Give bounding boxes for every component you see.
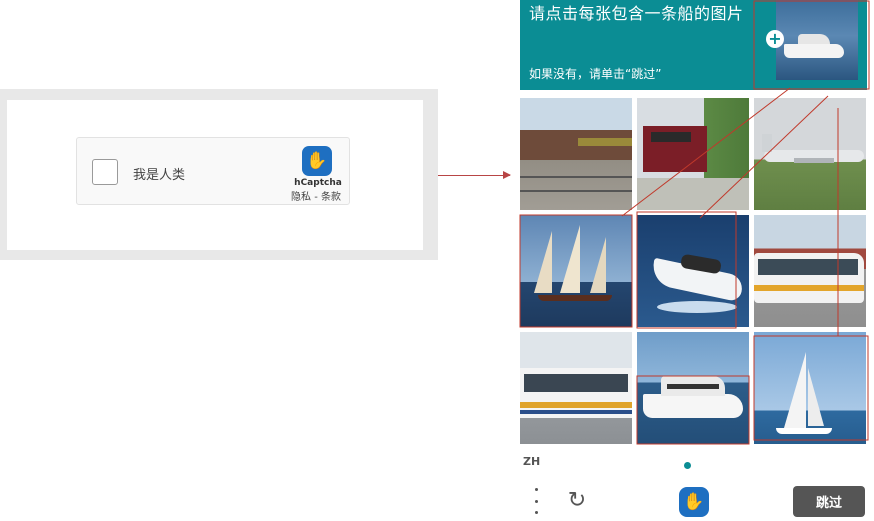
challenge-prompt: 请点击每张包含一条船的图片: [529, 4, 744, 23]
yacht-windows: [667, 384, 719, 389]
flow-arrow: [438, 175, 510, 176]
rails: [520, 176, 632, 178]
tile-airplane[interactable]: [754, 98, 866, 210]
hcaptcha-hand-icon: ✋: [679, 487, 709, 517]
example-boat-image[interactable]: +: [766, 0, 858, 80]
flow-arrow-head: [503, 171, 511, 179]
plane-wing: [794, 158, 834, 163]
hull: [538, 295, 612, 301]
challenge-subprompt: 如果没有，请单击“跳过”: [529, 67, 662, 81]
sail: [590, 237, 606, 293]
tile-freight-train[interactable]: [520, 98, 632, 210]
train-stripe: [578, 138, 632, 146]
human-checkbox[interactable]: [92, 159, 118, 185]
hcaptcha-hand-icon: ✋: [302, 146, 332, 176]
hull: [776, 428, 832, 434]
refresh-icon[interactable]: ↻: [565, 489, 589, 513]
page-indicator-dot: [684, 462, 691, 469]
bus-stripe: [754, 285, 864, 291]
wake: [657, 301, 737, 313]
challenge-banner: 请点击每张包含一条船的图片 如果没有，请单击“跳过” +: [520, 0, 867, 90]
sail: [560, 225, 580, 293]
gravel: [637, 178, 749, 210]
rails: [520, 190, 632, 192]
bus-stripe: [520, 402, 632, 408]
hcaptcha-widget: 我是人类 ✋ hCaptcha 隐私 - 条款: [76, 137, 350, 205]
bus-windows: [524, 374, 628, 392]
sail: [784, 352, 806, 428]
sail: [808, 368, 824, 426]
tile-speedboat[interactable]: [637, 215, 749, 327]
bus-stripe: [520, 410, 632, 414]
tile-bus[interactable]: [754, 215, 866, 327]
sail: [534, 231, 552, 293]
tile-bus[interactable]: [520, 332, 632, 444]
skip-button[interactable]: 跳过: [793, 486, 865, 517]
plus-circle-icon[interactable]: +: [766, 30, 784, 48]
tile-sailboat[interactable]: [754, 332, 866, 444]
tile-sailing-ship[interactable]: [520, 215, 632, 327]
privacy-terms-links[interactable]: 隐私 - 条款: [282, 188, 350, 203]
example-boat-hull: [784, 44, 844, 58]
human-label: 我是人类: [133, 168, 186, 183]
hcaptcha-brand: hCaptcha: [294, 178, 342, 188]
language-selector[interactable]: ZH: [523, 455, 540, 468]
train-window: [651, 132, 691, 142]
tile-red-train[interactable]: [637, 98, 749, 210]
tile-yacht[interactable]: [637, 332, 749, 444]
yacht-hull: [643, 394, 743, 418]
more-vertical-icon[interactable]: [527, 488, 545, 514]
plane-tail: [762, 134, 772, 152]
bus-windows: [758, 259, 858, 275]
